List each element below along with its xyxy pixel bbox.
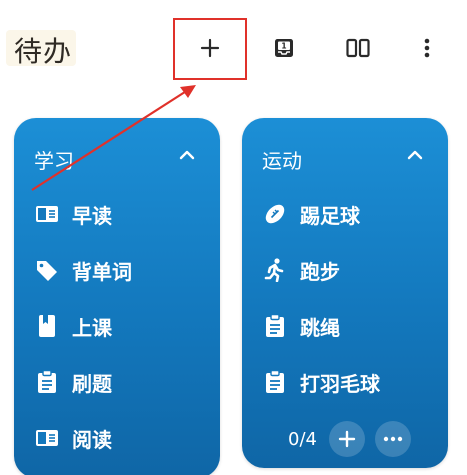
more-options-button[interactable] xyxy=(374,421,411,457)
plus-icon xyxy=(338,430,356,448)
list-item-label: 跳绳 xyxy=(300,315,340,340)
columns-icon xyxy=(346,38,370,58)
list-card-study: 学习 早读 背单词 上课 刷题 阅读 xyxy=(14,118,220,475)
inbox-button[interactable]: 1 xyxy=(268,30,300,66)
list-item[interactable]: 早读 xyxy=(34,200,112,228)
clipboard-icon xyxy=(262,369,288,395)
page-title: 待办 xyxy=(14,35,73,68)
more-horizontal-icon xyxy=(383,436,403,442)
list-title: 学习 xyxy=(34,149,74,173)
list-item-label: 阅读 xyxy=(72,427,112,452)
chevron-up-icon[interactable] xyxy=(406,148,424,162)
bookmark-book-icon xyxy=(34,313,60,339)
tag-icon xyxy=(34,257,60,283)
clipboard-icon xyxy=(34,369,60,395)
inbox-badge: 1 xyxy=(281,42,286,51)
football-icon xyxy=(262,201,288,227)
book-open-icon xyxy=(34,201,60,227)
chevron-up-icon[interactable] xyxy=(178,148,196,162)
progress-count: 0/4 xyxy=(288,428,317,450)
todo-page: 待办 1 学习 早读 背单词 上课 刷题 阅读 运动 踢足球 跑步 跳绳 打羽毛… xyxy=(0,0,467,475)
list-item-label: 上课 xyxy=(72,315,112,340)
add-item-button[interactable] xyxy=(328,421,365,457)
list-title: 运动 xyxy=(262,149,302,173)
list-item-label: 刷题 xyxy=(72,371,112,396)
running-icon xyxy=(262,257,288,283)
list-item-label: 踢足球 xyxy=(300,203,360,228)
clipboard-icon xyxy=(262,313,288,339)
list-footer: 0/4 xyxy=(288,421,421,457)
list-item[interactable]: 跑步 xyxy=(262,256,340,284)
list-item[interactable]: 上课 xyxy=(34,312,112,340)
list-item-label: 跑步 xyxy=(300,259,340,284)
book-open-icon xyxy=(34,425,60,451)
more-vertical-icon xyxy=(424,38,430,58)
list-item[interactable]: 阅读 xyxy=(34,424,112,452)
columns-view-button[interactable] xyxy=(342,30,374,66)
list-item[interactable]: 踢足球 xyxy=(262,200,360,228)
list-item-label: 打羽毛球 xyxy=(300,371,380,396)
list-item-label: 背单词 xyxy=(72,259,132,284)
inbox-icon: 1 xyxy=(275,39,293,57)
list-item[interactable]: 背单词 xyxy=(34,256,132,284)
more-options-button[interactable] xyxy=(411,30,443,66)
list-item[interactable]: 跳绳 xyxy=(262,312,340,340)
list-item[interactable]: 刷题 xyxy=(34,368,112,396)
list-card-sport: 运动 踢足球 跑步 跳绳 打羽毛球 0/4 xyxy=(242,118,448,468)
annotation-highlight-box xyxy=(173,18,247,80)
list-item[interactable]: 打羽毛球 xyxy=(262,368,380,396)
list-item-label: 早读 xyxy=(72,203,112,228)
